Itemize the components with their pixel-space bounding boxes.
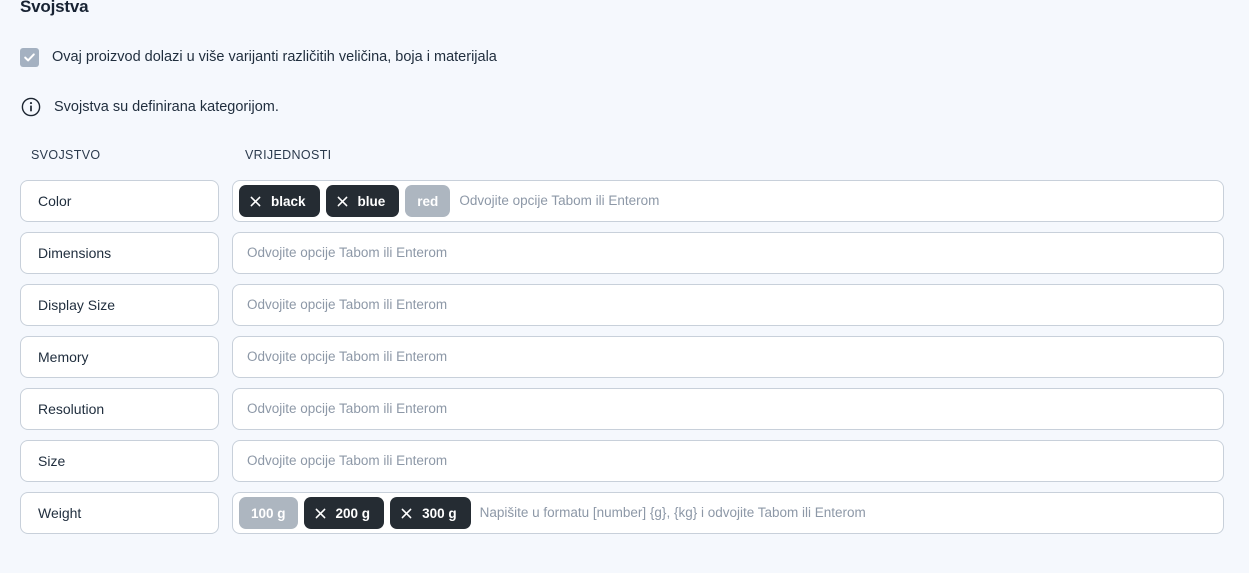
property-name-label: Resolution [38,401,105,417]
table-column-headers: SVOJSTVO VRIJEDNOSTI [20,148,1224,164]
property-name-label: Weight [38,505,82,521]
check-icon [23,51,36,64]
column-header-values: VRIJEDNOSTI [245,148,332,162]
property-name-label: Dimensions [38,245,112,261]
page-title: Svojstva [20,0,89,16]
info-notice: Svojstva su definirana kategorijom. [20,96,279,118]
table-row: Display Size Odvojite opcije Tabom ili En… [20,284,1224,336]
info-circle-icon [20,96,42,118]
close-icon[interactable] [249,195,262,208]
value-chip-label: 300 g [422,505,457,521]
value-chip[interactable]: 200 g [303,497,385,529]
close-icon[interactable] [314,507,327,520]
property-name-field[interactable]: Size [20,440,219,482]
column-header-property: SVOJSTVO [31,148,101,162]
values-placeholder: Napišite u formatu [number] {g}, {kg} i … [479,505,866,520]
value-chip-locked[interactable]: 100 g [239,497,298,529]
property-name-label: Size [38,453,66,469]
value-chip[interactable]: 300 g [390,497,471,529]
values-placeholder: Odvojite opcije Tabom ili Enterom [247,245,448,260]
value-chip-label: blue [357,193,386,209]
property-name-field[interactable]: Weight [20,492,219,534]
property-values-input[interactable]: Odvojite opcije Tabom ili Enterom [232,284,1224,326]
table-row: Color black blue red Odvojite opcije Tabom i… [20,180,1224,232]
property-name-field[interactable]: Display Size [20,284,219,326]
property-values-input[interactable]: Odvojite opcije Tabom ili Enterom [232,232,1224,274]
table-row: Dimensions Odvojite opcije Tabom ili Ente… [20,232,1224,284]
value-chip-locked[interactable]: red [405,185,451,217]
value-chip-label: 200 g [335,505,371,521]
property-name-field[interactable]: Dimensions [20,232,219,274]
close-icon[interactable] [336,195,349,208]
values-placeholder: Odvojite opcije Tabom ili Enterom [247,297,448,312]
property-name-label: Memory [38,349,89,365]
property-name-label: Display Size [38,297,116,313]
property-values-input[interactable]: Odvojite opcije Tabom ili Enterom [232,336,1224,378]
property-name-label: Color [38,193,72,209]
values-placeholder: Odvojite opcije Tabom ili Enterom [247,453,448,468]
property-name-field[interactable]: Resolution [20,388,219,430]
values-placeholder: Odvojite opcije Tabom ili Enterom [459,193,660,208]
variant-checkbox-row[interactable]: Ovaj proizvod dolazi u više varijanti ra… [20,48,497,67]
value-chip[interactable]: blue [325,185,400,217]
value-chip-label: red [417,193,439,209]
variant-checkbox[interactable] [20,48,39,67]
value-chip-label: black [271,193,306,209]
values-placeholder: Odvojite opcije Tabom ili Enterom [247,401,448,416]
properties-table: Color black blue red Odvojite opcije Tabom i… [20,180,1224,544]
close-icon[interactable] [400,507,413,520]
property-values-input[interactable]: black blue red Odvojite opcije Tabom ili En… [232,180,1224,222]
property-values-input[interactable]: 100 g 200 g 300 g Napišite u formatu [numbe… [232,492,1224,534]
table-row: Memory Odvojite opcije Tabom ili Enterom [20,336,1224,388]
value-chip-label: 100 g [251,505,286,521]
values-placeholder: Odvojite opcije Tabom ili Enterom [247,349,448,364]
info-notice-text: Svojstva su definirana kategorijom. [54,99,279,115]
table-row: Weight 100 g 200 g 300 g Napišite u formatu … [20,492,1224,544]
value-chip[interactable]: black [239,185,320,217]
property-values-input[interactable]: Odvojite opcije Tabom ili Enterom [232,440,1224,482]
properties-page: Svojstva Ovaj proizvod dolazi u više var… [0,0,1249,573]
property-values-input[interactable]: Odvojite opcije Tabom ili Enterom [232,388,1224,430]
table-row: Resolution Odvojite opcije Tabom ili Ente… [20,388,1224,440]
property-name-field[interactable]: Color [20,180,219,222]
table-row: Size Odvojite opcije Tabom ili Enterom [20,440,1224,492]
variant-checkbox-label: Ovaj proizvod dolazi u više varijanti ra… [52,49,497,65]
property-name-field[interactable]: Memory [20,336,219,378]
